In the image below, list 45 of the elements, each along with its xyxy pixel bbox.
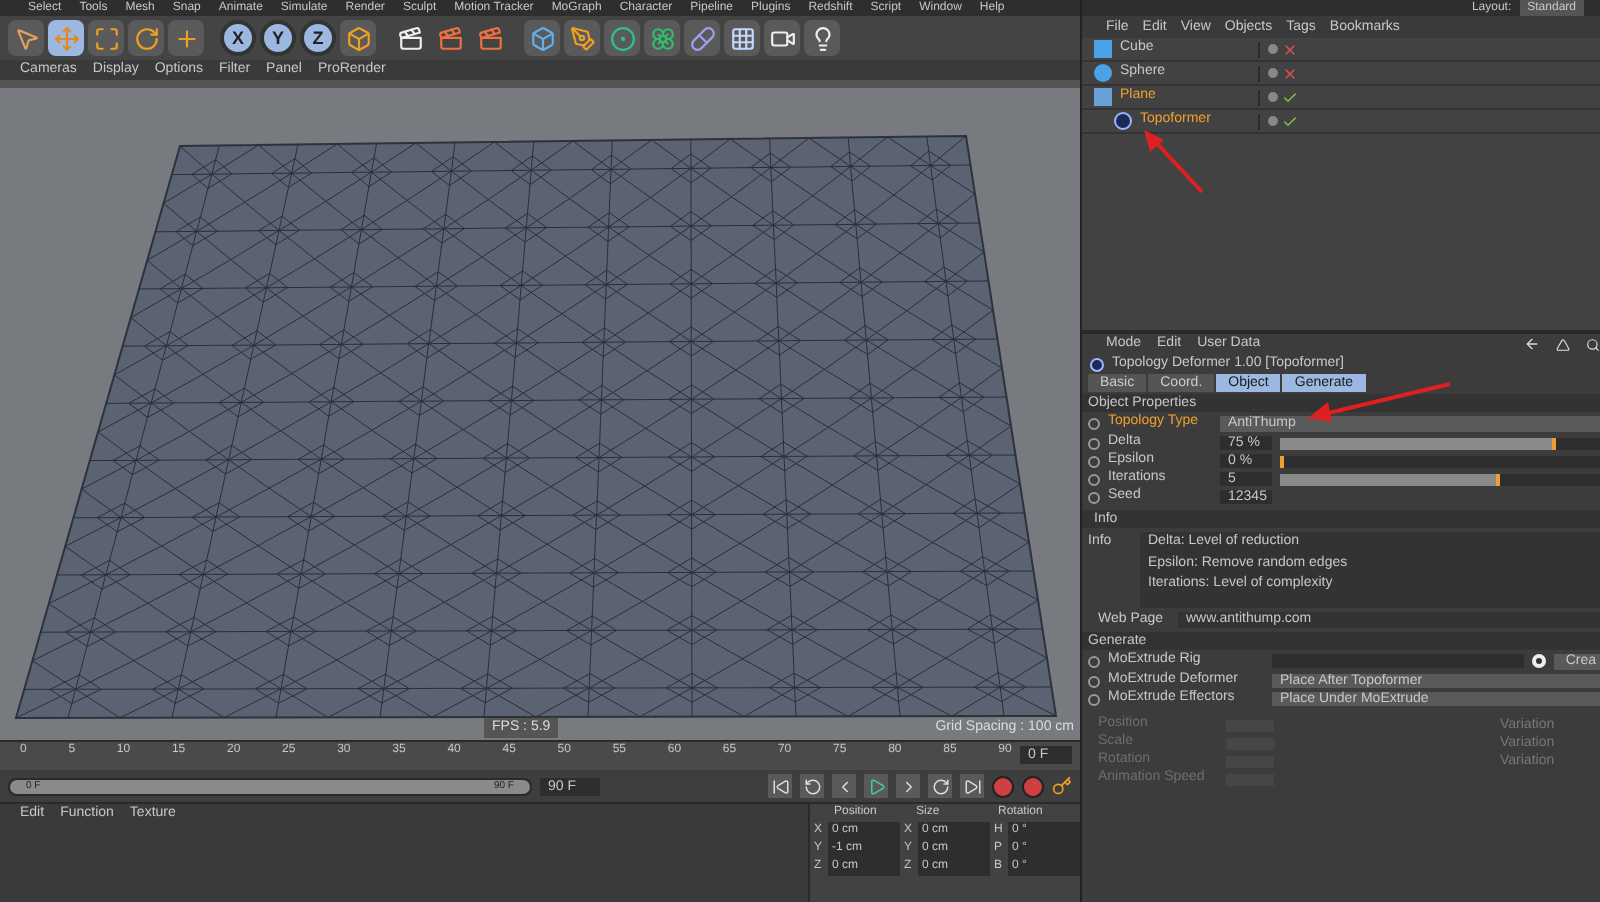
loop-icon[interactable] xyxy=(928,774,952,798)
record-icon[interactable] xyxy=(992,775,1014,797)
flower-icon[interactable] xyxy=(644,20,680,56)
scale-icon[interactable] xyxy=(88,20,124,56)
key-icon[interactable] xyxy=(1052,776,1072,796)
step-forward-icon[interactable] xyxy=(896,774,920,798)
search-icon[interactable] xyxy=(1586,337,1600,351)
deformer-icon xyxy=(1114,112,1132,130)
cube-icon[interactable] xyxy=(524,20,560,56)
slider-track[interactable] xyxy=(1280,455,1600,467)
annotation-arrow xyxy=(1144,130,1204,194)
rotate-icon[interactable] xyxy=(128,20,164,56)
plane-icon xyxy=(1094,88,1112,106)
cube-icon xyxy=(1094,40,1112,58)
deformer-icon xyxy=(1090,357,1104,371)
pen-icon[interactable] xyxy=(564,20,600,56)
up-arrow-icon[interactable] xyxy=(1556,337,1570,351)
plus-icon[interactable] xyxy=(168,20,204,56)
step-back-icon[interactable] xyxy=(832,774,856,798)
axis-lock-button[interactable]: Z xyxy=(300,20,336,56)
layer-dot-icon[interactable] xyxy=(1268,44,1278,54)
pointer-icon[interactable] xyxy=(8,20,44,56)
skip-forward-icon[interactable] xyxy=(960,774,984,798)
slider-fill[interactable] xyxy=(1280,473,1501,485)
check-icon[interactable] xyxy=(1282,89,1298,105)
axis-lock-button[interactable]: X xyxy=(220,20,256,56)
autokey-icon[interactable] xyxy=(1022,775,1044,797)
camera-icon[interactable] xyxy=(764,20,800,56)
cross-icon[interactable] xyxy=(1282,65,1298,81)
layer-dot-icon[interactable] xyxy=(1268,68,1278,78)
axis-lock-button[interactable]: Y xyxy=(260,20,296,56)
capsule-icon[interactable] xyxy=(684,20,720,56)
move-icon[interactable] xyxy=(48,20,84,56)
skip-back-icon[interactable] xyxy=(768,774,792,798)
play-icon[interactable] xyxy=(864,774,888,798)
loop-back-icon[interactable] xyxy=(800,774,824,798)
target-icon[interactable] xyxy=(1531,654,1546,668)
layer-dot-icon[interactable] xyxy=(1268,92,1278,102)
back-arrow-icon[interactable] xyxy=(1524,336,1540,352)
grid-icon[interactable] xyxy=(724,20,760,56)
slider-track[interactable] xyxy=(1280,473,1600,485)
cross-icon[interactable] xyxy=(1282,41,1298,57)
layer-dot-icon[interactable] xyxy=(1268,116,1278,126)
check-icon[interactable] xyxy=(1282,113,1298,129)
light-bulb-icon[interactable] xyxy=(804,20,840,56)
